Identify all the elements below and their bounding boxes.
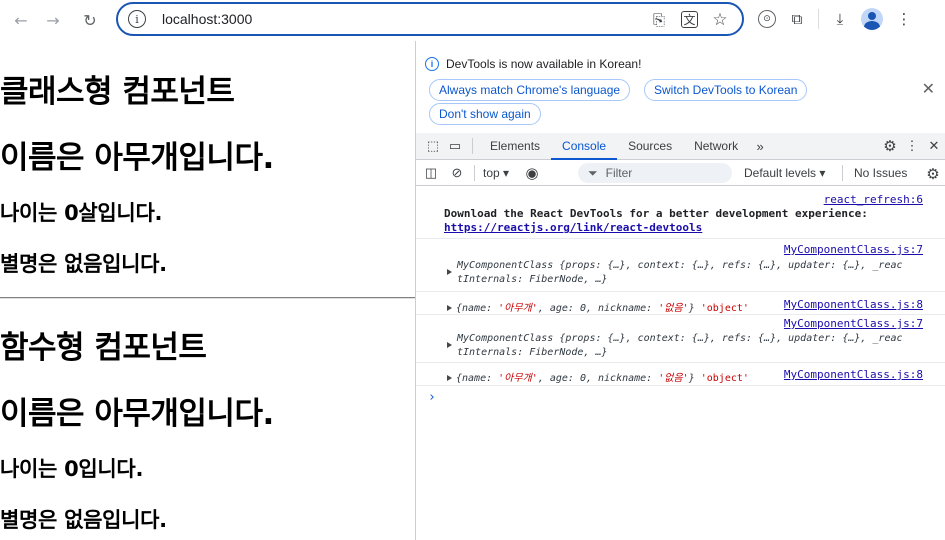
log-levels-dropdown[interactable]: Default levels ▾ [744, 166, 825, 180]
browser-toolbar: ← → ↻ i localhost:3000 ⎘ 文 ☆ ⊙ ⧉ ⤓ ⋮ [0, 0, 945, 41]
banner-message: DevTools is now available in Korean! [446, 57, 642, 71]
console-toolbar: ◫ ⊘ top ▾ ◉ ⏷ Filter Default levels ▾ No… [416, 161, 945, 186]
install-app-icon[interactable]: ⎘ [649, 10, 669, 30]
expand-triangle-icon[interactable] [447, 265, 456, 278]
function-age-line: 나이는 0입니다. [0, 457, 144, 481]
devtools-close-icon[interactable]: ✕ [923, 133, 945, 160]
extensions-icon[interactable]: ⧉ [786, 8, 808, 30]
object-middle: , age: 0, nickname: [537, 373, 659, 384]
tab-network[interactable]: Network [683, 133, 749, 160]
class-age-line: 나이는 0살입니다. [0, 201, 163, 225]
sidebar-toggle-icon[interactable]: ◫ [420, 160, 442, 187]
object-prefix: {name: [456, 303, 499, 314]
context-selector[interactable]: top ▾ [483, 166, 509, 180]
object-preview-line-continued: tInternals: FiberNode, …} [457, 347, 608, 358]
expand-triangle-icon[interactable] [447, 305, 452, 311]
object-suffix: } [688, 303, 701, 314]
source-link[interactable]: MyComponentClass.js:7 [784, 317, 923, 330]
tab-elements[interactable]: Elements [479, 133, 551, 160]
expand-triangle-icon[interactable] [447, 375, 452, 381]
object-log-line[interactable]: {name: '아무개', age: 0, nickname: '없음'} 'o… [447, 299, 749, 314]
inspect-element-icon[interactable]: ⬚ [422, 133, 444, 160]
translate-icon[interactable]: 文 [681, 11, 698, 28]
devtools-panel: i DevTools is now available in Korean! ✕… [416, 41, 945, 540]
download-icon[interactable]: ⤓ [829, 8, 851, 30]
reload-icon[interactable]: ↻ [77, 7, 103, 33]
function-nickname-line: 별명은 없음입니다. [0, 508, 167, 532]
console-output: react_refresh:6 Download the React DevTo… [416, 187, 945, 540]
object-middle: , age: 0, nickname: [537, 303, 659, 314]
class-name-line: 이름은 아무개입니다. [0, 140, 274, 176]
profile-avatar[interactable] [861, 8, 883, 30]
devtools-more-icon[interactable]: ⋮ [901, 133, 923, 160]
react-devtools-link[interactable]: https://reactjs.org/link/react-devtools [444, 221, 702, 234]
console-settings-gear-icon[interactable]: ⚙ [922, 160, 944, 187]
function-component-heading: 함수형 컴포넌트 [0, 330, 207, 366]
tab-console[interactable]: Console [551, 133, 618, 160]
function-name-line: 이름은 아무개입니다. [0, 396, 274, 432]
object-prefix: {name: [456, 373, 499, 384]
nickname-value: '없음' [658, 373, 689, 384]
context-label: top [483, 166, 500, 180]
page-content: 클래스형 컴포넌트 이름은 아무개입니다. 나이는 0살입니다. 별명은 없음입… [0, 41, 415, 540]
source-link[interactable]: MyComponentClass.js:8 [784, 368, 923, 381]
switch-to-korean-button[interactable]: Switch DevTools to Korean [644, 79, 808, 101]
forward-arrow-icon[interactable]: → [40, 7, 66, 33]
nickname-value: '없음' [658, 303, 689, 314]
issues-separator [842, 165, 843, 181]
settings-gear-icon[interactable]: ⚙ [879, 133, 901, 160]
toolbar-separator [818, 9, 819, 29]
issues-counter[interactable]: No Issues [854, 166, 907, 180]
more-tabs-chevron-icon[interactable]: » [749, 133, 771, 160]
dont-show-again-button[interactable]: Don't show again [429, 103, 541, 125]
section-divider [0, 297, 415, 299]
name-value: '아무개' [498, 303, 538, 314]
address-bar[interactable]: i localhost:3000 ⎘ 文 ☆ [116, 2, 744, 36]
object-log-line[interactable]: {name: '아무개', age: 0, nickname: '없음'} 'o… [447, 369, 749, 384]
url-text[interactable]: localhost:3000 [162, 11, 252, 27]
devtools-tabbar: ⬚ ▭ Elements Console Sources Network » ⚙… [416, 133, 945, 160]
type-string: 'object' [700, 303, 749, 314]
type-string: 'object' [700, 373, 749, 384]
back-arrow-icon[interactable]: ← [8, 7, 34, 33]
banner-close-icon[interactable]: ✕ [922, 79, 935, 99]
always-match-language-button[interactable]: Always match Chrome's language [429, 79, 631, 101]
object-preview-line-continued: tInternals: FiberNode, …} [457, 274, 608, 285]
object-suffix: } [688, 373, 701, 384]
tab-sources[interactable]: Sources [617, 133, 683, 160]
clear-console-icon[interactable]: ⊘ [446, 160, 468, 187]
filter-input[interactable]: ⏷ Filter [578, 163, 732, 183]
tabbar-separator [472, 138, 473, 154]
object-preview-line[interactable]: MyComponentClass {props: {…}, context: {… [457, 333, 903, 344]
filter-placeholder: Filter [605, 166, 633, 180]
more-menu-icon[interactable]: ⋮ [893, 8, 915, 30]
console-message: MyComponentClass.js:7 MyComponentClass {… [416, 316, 945, 363]
console-message: react_refresh:6 Download the React DevTo… [416, 187, 945, 239]
expand-triangle-icon[interactable] [447, 338, 456, 351]
source-link[interactable]: react_refresh:6 [824, 193, 923, 206]
message-text: Download the React DevTools for a better… [444, 207, 868, 220]
object-preview-line[interactable]: MyComponentClass {props: {…}, context: {… [457, 260, 903, 271]
console-message: MyComponentClass.js:7 MyComponentClass {… [416, 240, 945, 292]
console-prompt[interactable]: › [428, 390, 436, 405]
info-icon: i [425, 57, 439, 71]
class-nickname-line: 별명은 없음입니다. [0, 252, 167, 276]
console-message: MyComponentClass.js:8 {name: '아무개', age:… [416, 293, 945, 315]
class-component-heading: 클래스형 컴포넌트 [0, 74, 235, 110]
console-separator [474, 165, 475, 181]
media-icon[interactable]: ⊙ [758, 10, 776, 28]
bookmark-star-icon[interactable]: ☆ [710, 10, 730, 30]
source-link[interactable]: MyComponentClass.js:7 [784, 243, 923, 256]
name-value: '아무개' [498, 373, 538, 384]
device-toolbar-icon[interactable]: ▭ [444, 133, 466, 160]
log-levels-label: Default levels [744, 166, 817, 180]
live-expression-eye-icon[interactable]: ◉ [521, 160, 543, 187]
console-message: MyComponentClass.js:8 {name: '아무개', age:… [416, 364, 945, 386]
source-link[interactable]: MyComponentClass.js:8 [784, 298, 923, 311]
site-info-icon[interactable]: i [128, 10, 146, 28]
language-banner: i DevTools is now available in Korean! ✕… [416, 41, 945, 133]
filter-icon: ⏷ [588, 165, 598, 180]
